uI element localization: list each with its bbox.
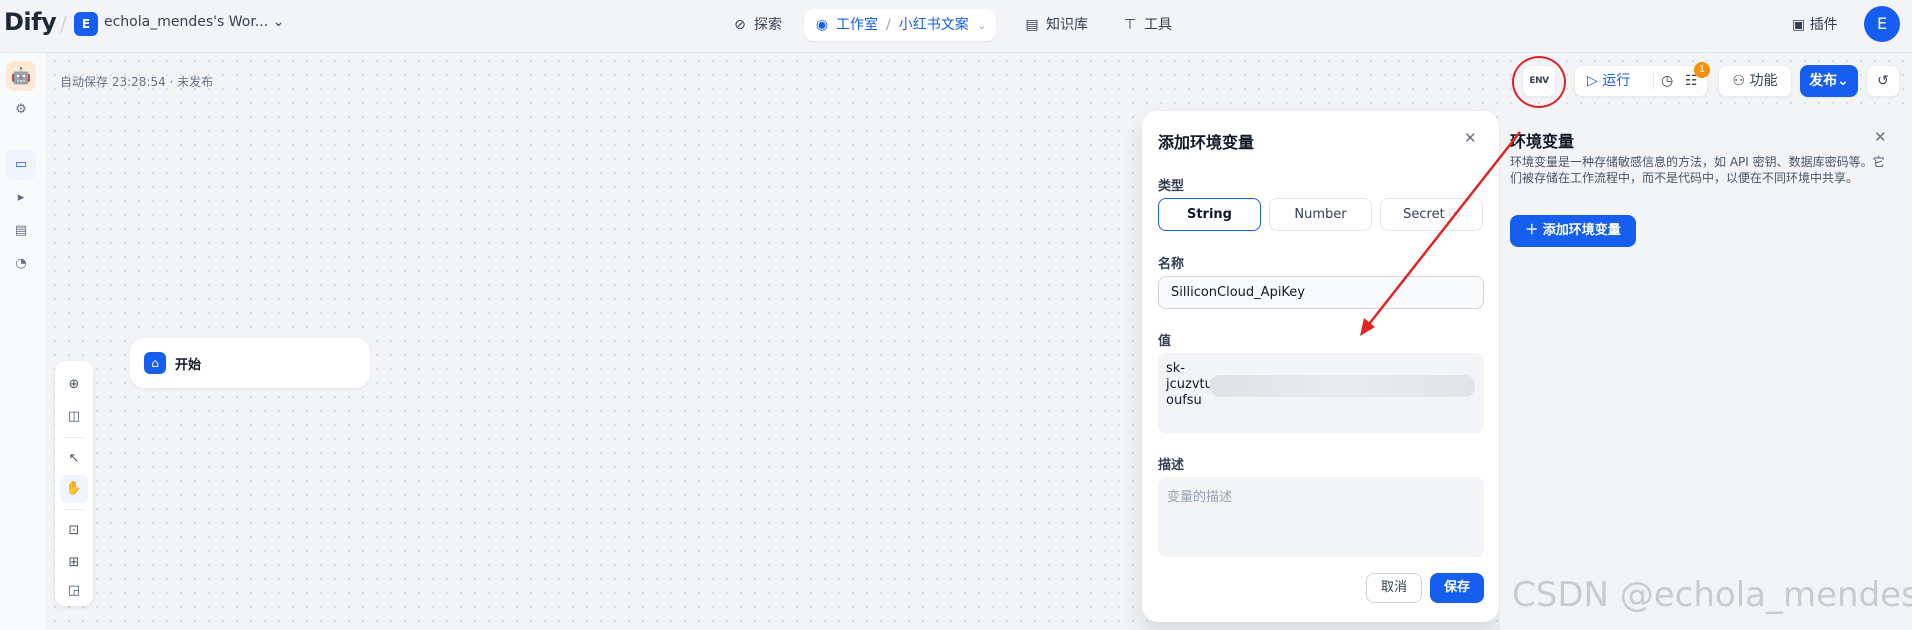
value-textarea[interactable]: sk- jcuzvtu oufsu xyxy=(1158,353,1484,433)
chevron-down-icon: ⌄ xyxy=(272,14,285,30)
start-node[interactable]: ⌂ 开始 xyxy=(130,338,370,388)
value-label: 值 xyxy=(1158,334,1172,349)
robot-icon: ◉ xyxy=(815,17,829,33)
type-option-number[interactable]: Number xyxy=(1269,198,1372,231)
dialog-title: 添加环境变量 xyxy=(1158,133,1255,152)
monitor-gauge-icon[interactable]: ◔ xyxy=(6,249,36,279)
env-panel-title: 环境变量 xyxy=(1510,132,1575,151)
nav-separator: / xyxy=(886,17,891,33)
close-icon[interactable]: ✕ xyxy=(1464,129,1477,147)
help-circle-icon: ⓘ xyxy=(1448,208,1460,221)
start-node-label: 开始 xyxy=(175,358,202,373)
plugin-label: 插件 xyxy=(1809,17,1838,33)
type-option-secret[interactable]: Secret ⓘ xyxy=(1380,198,1483,231)
terminal-icon[interactable]: ▸ xyxy=(6,183,36,213)
nav-studio-label: 工作室 xyxy=(836,17,878,33)
home-icon: ⌂ xyxy=(144,352,166,374)
logo-text: Dify xyxy=(4,8,57,36)
nav-tools[interactable]: ⊤ 工具 xyxy=(1112,9,1182,41)
type-option-secret-label: Secret xyxy=(1403,207,1445,222)
current-app-name[interactable]: 小红书文案 xyxy=(899,17,969,33)
left-sidebar: 🤖 ⚙ ▭ ▸ ▤ ◔ xyxy=(0,53,47,630)
nav-studio[interactable]: ◉ 工作室 / 小红书文案 ⌄ xyxy=(804,9,997,41)
export-image-icon[interactable]: ⊡ xyxy=(60,517,88,545)
chevron-down-icon: ⌄ xyxy=(977,19,987,32)
breadcrumb-separator: / xyxy=(60,12,67,36)
watermark: CSDN @echola_mendes xyxy=(1512,575,1912,615)
hammer-icon: ⊤ xyxy=(1123,17,1137,33)
features-button[interactable]: ⚇ 功能 xyxy=(1718,65,1792,97)
version-history-icon[interactable]: ↺ xyxy=(1866,65,1900,97)
top-bar: Dify / E echola_mendes's Wor... ⌄ ⊘ 探索 ◉ 工… xyxy=(0,0,1912,53)
nav-explore[interactable]: ⊘ 探索 xyxy=(722,9,792,41)
checklist-badge: 1 xyxy=(1694,62,1710,78)
env-panel-description: 环境变量是一种存储敏感信息的方法，如 API 密钥、数据库密码等。它们被存储在工… xyxy=(1510,155,1885,185)
settings-sliders-icon[interactable]: ⚙ xyxy=(6,95,36,125)
minimap-icon[interactable]: ◲ xyxy=(60,577,88,605)
plugin-button[interactable]: ▣ 插件 xyxy=(1792,14,1838,34)
nav-knowledge-label: 知识库 xyxy=(1046,17,1088,33)
run-history-icon[interactable]: ◷ xyxy=(1661,66,1673,96)
redacted-blur xyxy=(1210,375,1475,397)
compass-icon: ⊘ xyxy=(734,17,746,33)
nav-knowledge[interactable]: ▤ 知识库 xyxy=(1014,9,1098,41)
canvas-toolbar: ⊕ ◫ ↖ ✋ ⊡ ⊞ ◲ xyxy=(55,361,93,606)
autosave-status: 自动保存 23:28:54 · 未发布 xyxy=(60,75,214,89)
features-icon: ⚇ xyxy=(1732,73,1746,89)
publish-button[interactable]: 发布⌄ xyxy=(1800,65,1858,97)
workspace-avatar[interactable]: E xyxy=(74,12,98,36)
orchestrate-icon[interactable]: ▭ xyxy=(6,150,36,180)
name-input[interactable]: SilliconCloud_ApiKey xyxy=(1158,276,1484,309)
cube-icon: ▣ xyxy=(1792,17,1806,33)
nav-explore-label: 探索 xyxy=(754,17,782,33)
add-env-var-button[interactable]: ＋ 添加环境变量 xyxy=(1510,215,1636,247)
book-icon: ▤ xyxy=(1025,17,1039,33)
run-button[interactable]: ▷ 运行 xyxy=(1587,66,1630,96)
user-avatar[interactable]: E xyxy=(1864,6,1900,42)
nav-tools-label: 工具 xyxy=(1144,17,1172,33)
chevron-down-icon: ⌄ xyxy=(1837,73,1849,89)
logs-icon[interactable]: ▤ xyxy=(6,216,36,246)
workspace-name: echola_mendes's Wor... xyxy=(104,14,269,30)
cancel-button[interactable]: 取消 xyxy=(1366,573,1422,603)
add-env-var-dialog: 添加环境变量 ✕ 类型 String Number Secret ⓘ 名称 Si… xyxy=(1142,111,1499,622)
env-variables-panel: 环境变量 ✕ 环境变量是一种存储敏感信息的方法，如 API 密钥、数据库密码等。… xyxy=(1500,111,1912,630)
name-label: 名称 xyxy=(1158,257,1185,272)
add-note-icon[interactable]: ◫ xyxy=(60,403,88,431)
plus-icon: ＋ xyxy=(1525,223,1543,238)
close-icon[interactable]: ✕ xyxy=(1874,128,1887,146)
run-divider xyxy=(1653,72,1654,90)
pointer-icon[interactable]: ↖ xyxy=(60,445,88,473)
add-env-var-label: 添加环境变量 xyxy=(1542,223,1621,238)
hand-icon[interactable]: ✋ xyxy=(60,475,88,503)
workspace-selector[interactable]: echola_mendes's Wor... ⌄ xyxy=(104,14,284,30)
toolbar-divider xyxy=(63,509,85,510)
app-icon[interactable]: 🤖 xyxy=(6,61,36,91)
save-button[interactable]: 保存 xyxy=(1430,573,1484,603)
publish-label: 发布 xyxy=(1809,73,1838,89)
dify-logo[interactable]: Dify xyxy=(4,8,57,36)
run-label: 运行 xyxy=(1602,73,1631,89)
type-label: 类型 xyxy=(1158,179,1185,194)
description-textarea[interactable]: 变量的描述 xyxy=(1158,477,1484,557)
type-option-string[interactable]: String xyxy=(1158,198,1261,231)
features-label: 功能 xyxy=(1749,73,1778,89)
organize-blocks-icon[interactable]: ⊞ xyxy=(60,549,88,577)
play-icon: ▷ xyxy=(1587,73,1603,89)
run-group: ▷ 运行 ◷ ☷ xyxy=(1574,65,1708,97)
add-node-icon[interactable]: ⊕ xyxy=(60,371,88,399)
toolbar-divider xyxy=(63,437,85,438)
highlight-circle xyxy=(1512,56,1566,108)
description-label: 描述 xyxy=(1158,458,1185,473)
